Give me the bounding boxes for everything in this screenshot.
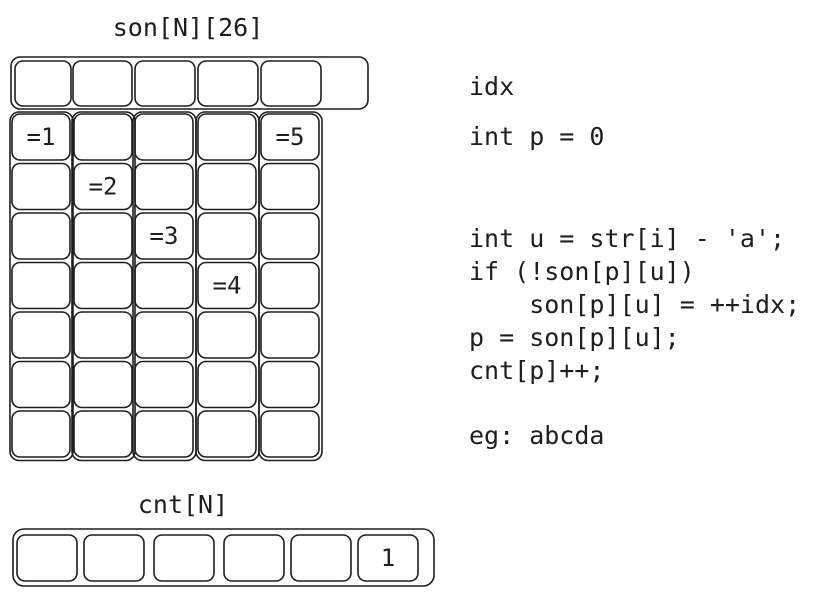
insert-code-block: int u = str[i] - 'a'; if (!son[p][u]) so… (469, 222, 800, 387)
code-line-2: if (!son[p][u]) (469, 257, 695, 286)
son-cell (260, 162, 320, 211)
son-header-cell (197, 60, 259, 107)
son-header-cell (72, 60, 133, 107)
cnt-array-title: cnt[N] (138, 490, 228, 519)
son-cell (134, 113, 194, 161)
son-array-title: son[N][26] (113, 13, 264, 42)
son-cell (11, 360, 71, 409)
son-cell-value: =4 (213, 272, 242, 300)
cnt-cell (290, 534, 352, 582)
son-grid: =1 =2 =3 =4 =5 (9, 111, 323, 462)
son-cell-value: =1 (27, 123, 56, 151)
son-cell (73, 410, 133, 458)
son-cell (134, 162, 194, 211)
son-cell (73, 212, 133, 260)
son-cell (73, 360, 133, 409)
son-cell (134, 311, 194, 359)
son-cell (73, 113, 133, 161)
son-cell (197, 212, 257, 260)
code-line-5: cnt[p]++; (469, 356, 605, 385)
son-cell (260, 360, 320, 409)
son-cell-value: =5 (276, 123, 305, 151)
cnt-cell (83, 534, 145, 582)
cnt-array: 1 (12, 528, 435, 587)
son-cell (134, 410, 194, 458)
cnt-cell (16, 534, 78, 582)
p-init-line: int p = 0 (469, 122, 605, 151)
son-cell (197, 311, 257, 359)
son-cell (197, 360, 257, 409)
son-header-cell (14, 60, 72, 107)
son-header-cell (260, 60, 322, 107)
son-cell-value: =3 (150, 222, 179, 250)
son-cell (134, 261, 194, 310)
cnt-cell (223, 534, 285, 582)
code-line-3: son[p][u] = ++idx; (469, 290, 801, 319)
cnt-cell (153, 534, 215, 582)
son-cell (197, 162, 257, 211)
son-cell (134, 360, 194, 409)
son-cell (260, 212, 320, 260)
code-line-4: p = son[p][u]; (469, 323, 680, 352)
son-cell (73, 311, 133, 359)
son-cell (11, 212, 71, 260)
son-cell (260, 311, 320, 359)
son-header-cell (134, 60, 196, 107)
son-cell (11, 311, 71, 359)
son-cell (260, 410, 320, 458)
son-cell (260, 261, 320, 310)
son-cell (11, 162, 71, 211)
idx-label: idx (469, 72, 515, 101)
son-header-row (10, 56, 369, 110)
son-cell (11, 410, 71, 458)
example-text: eg: abcda (469, 421, 605, 450)
son-cell (197, 410, 257, 458)
son-cell (73, 261, 133, 310)
son-cell-value: =2 (89, 173, 118, 201)
son-cell (197, 113, 257, 161)
code-line-1: int u = str[i] - 'a'; (469, 224, 786, 253)
cnt-cell-value: 1 (381, 544, 395, 572)
son-cell (11, 261, 71, 310)
